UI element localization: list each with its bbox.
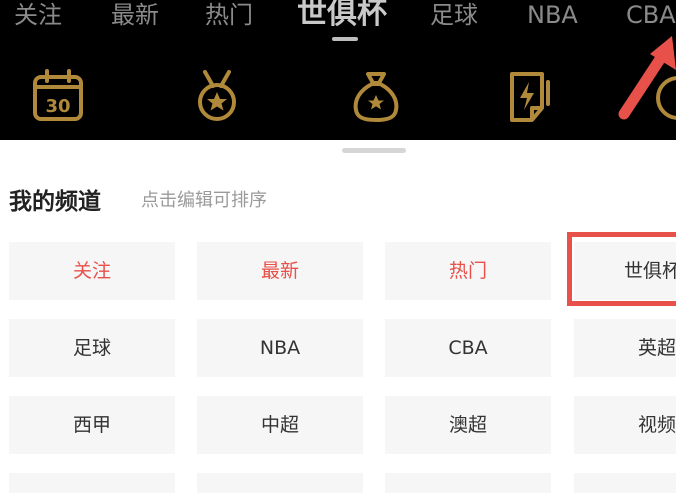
channel-item-premier-league[interactable]: 英超 bbox=[574, 319, 676, 377]
money-bag-icon[interactable] bbox=[348, 68, 404, 124]
top-header: 关注 最新 热门 世俱杯 足球 NBA CBA 30 bbox=[0, 0, 676, 140]
channel-item-nba[interactable]: NBA bbox=[197, 319, 363, 377]
tab-nba[interactable]: NBA bbox=[527, 0, 578, 34]
active-tab-indicator bbox=[332, 37, 358, 41]
section-hint: 点击编辑可排序 bbox=[141, 190, 267, 211]
tab-follow[interactable]: 关注 bbox=[14, 0, 62, 34]
calendar-day-label: 30 bbox=[45, 96, 70, 117]
channel-item-video[interactable]: 视频 bbox=[574, 396, 676, 454]
sheet-drag-handle[interactable] bbox=[342, 148, 406, 153]
channel-item-row4-1[interactable] bbox=[9, 473, 175, 493]
calendar-30-icon[interactable]: 30 bbox=[30, 68, 86, 124]
quick-entry-row: 30 bbox=[0, 62, 676, 132]
tab-club-world-cup[interactable]: 世俱杯 bbox=[297, 0, 387, 34]
lightning-card-icon[interactable] bbox=[502, 68, 558, 124]
channel-item-hot[interactable]: 热门 bbox=[385, 242, 551, 300]
tab-latest[interactable]: 最新 bbox=[111, 0, 159, 34]
annotation-arrow-icon bbox=[610, 30, 676, 122]
channel-item-football[interactable]: 足球 bbox=[9, 319, 175, 377]
channel-item-latest[interactable]: 最新 bbox=[197, 242, 363, 300]
screen: 关注 最新 热门 世俱杯 足球 NBA CBA 30 我的频道 点击编辑可排序 … bbox=[0, 0, 676, 493]
channel-item-row4-4[interactable] bbox=[574, 473, 676, 493]
channel-item-a-league[interactable]: 澳超 bbox=[385, 396, 551, 454]
channel-item-csl[interactable]: 中超 bbox=[197, 396, 363, 454]
tab-hot[interactable]: 热门 bbox=[205, 0, 253, 34]
channel-item-follow[interactable]: 关注 bbox=[9, 242, 175, 300]
channel-item-row4-3[interactable] bbox=[385, 473, 551, 493]
tab-football[interactable]: 足球 bbox=[430, 0, 478, 34]
channel-item-club-world-cup[interactable]: 世俱杯 bbox=[574, 242, 676, 300]
channel-item-cba[interactable]: CBA bbox=[385, 319, 551, 377]
medal-icon[interactable] bbox=[189, 68, 245, 124]
channel-edit-sheet: 我的频道 点击编辑可排序 关注 最新 热门 世俱杯 足球 NBA CBA 英超 … bbox=[0, 140, 676, 493]
channel-item-la-liga[interactable]: 西甲 bbox=[9, 396, 175, 454]
tab-cba[interactable]: CBA bbox=[626, 0, 676, 34]
section-title: 我的频道 bbox=[9, 189, 101, 215]
channel-item-row4-2[interactable] bbox=[197, 473, 363, 493]
channel-tab-bar: 关注 最新 热门 世俱杯 足球 NBA CBA bbox=[0, 0, 676, 44]
